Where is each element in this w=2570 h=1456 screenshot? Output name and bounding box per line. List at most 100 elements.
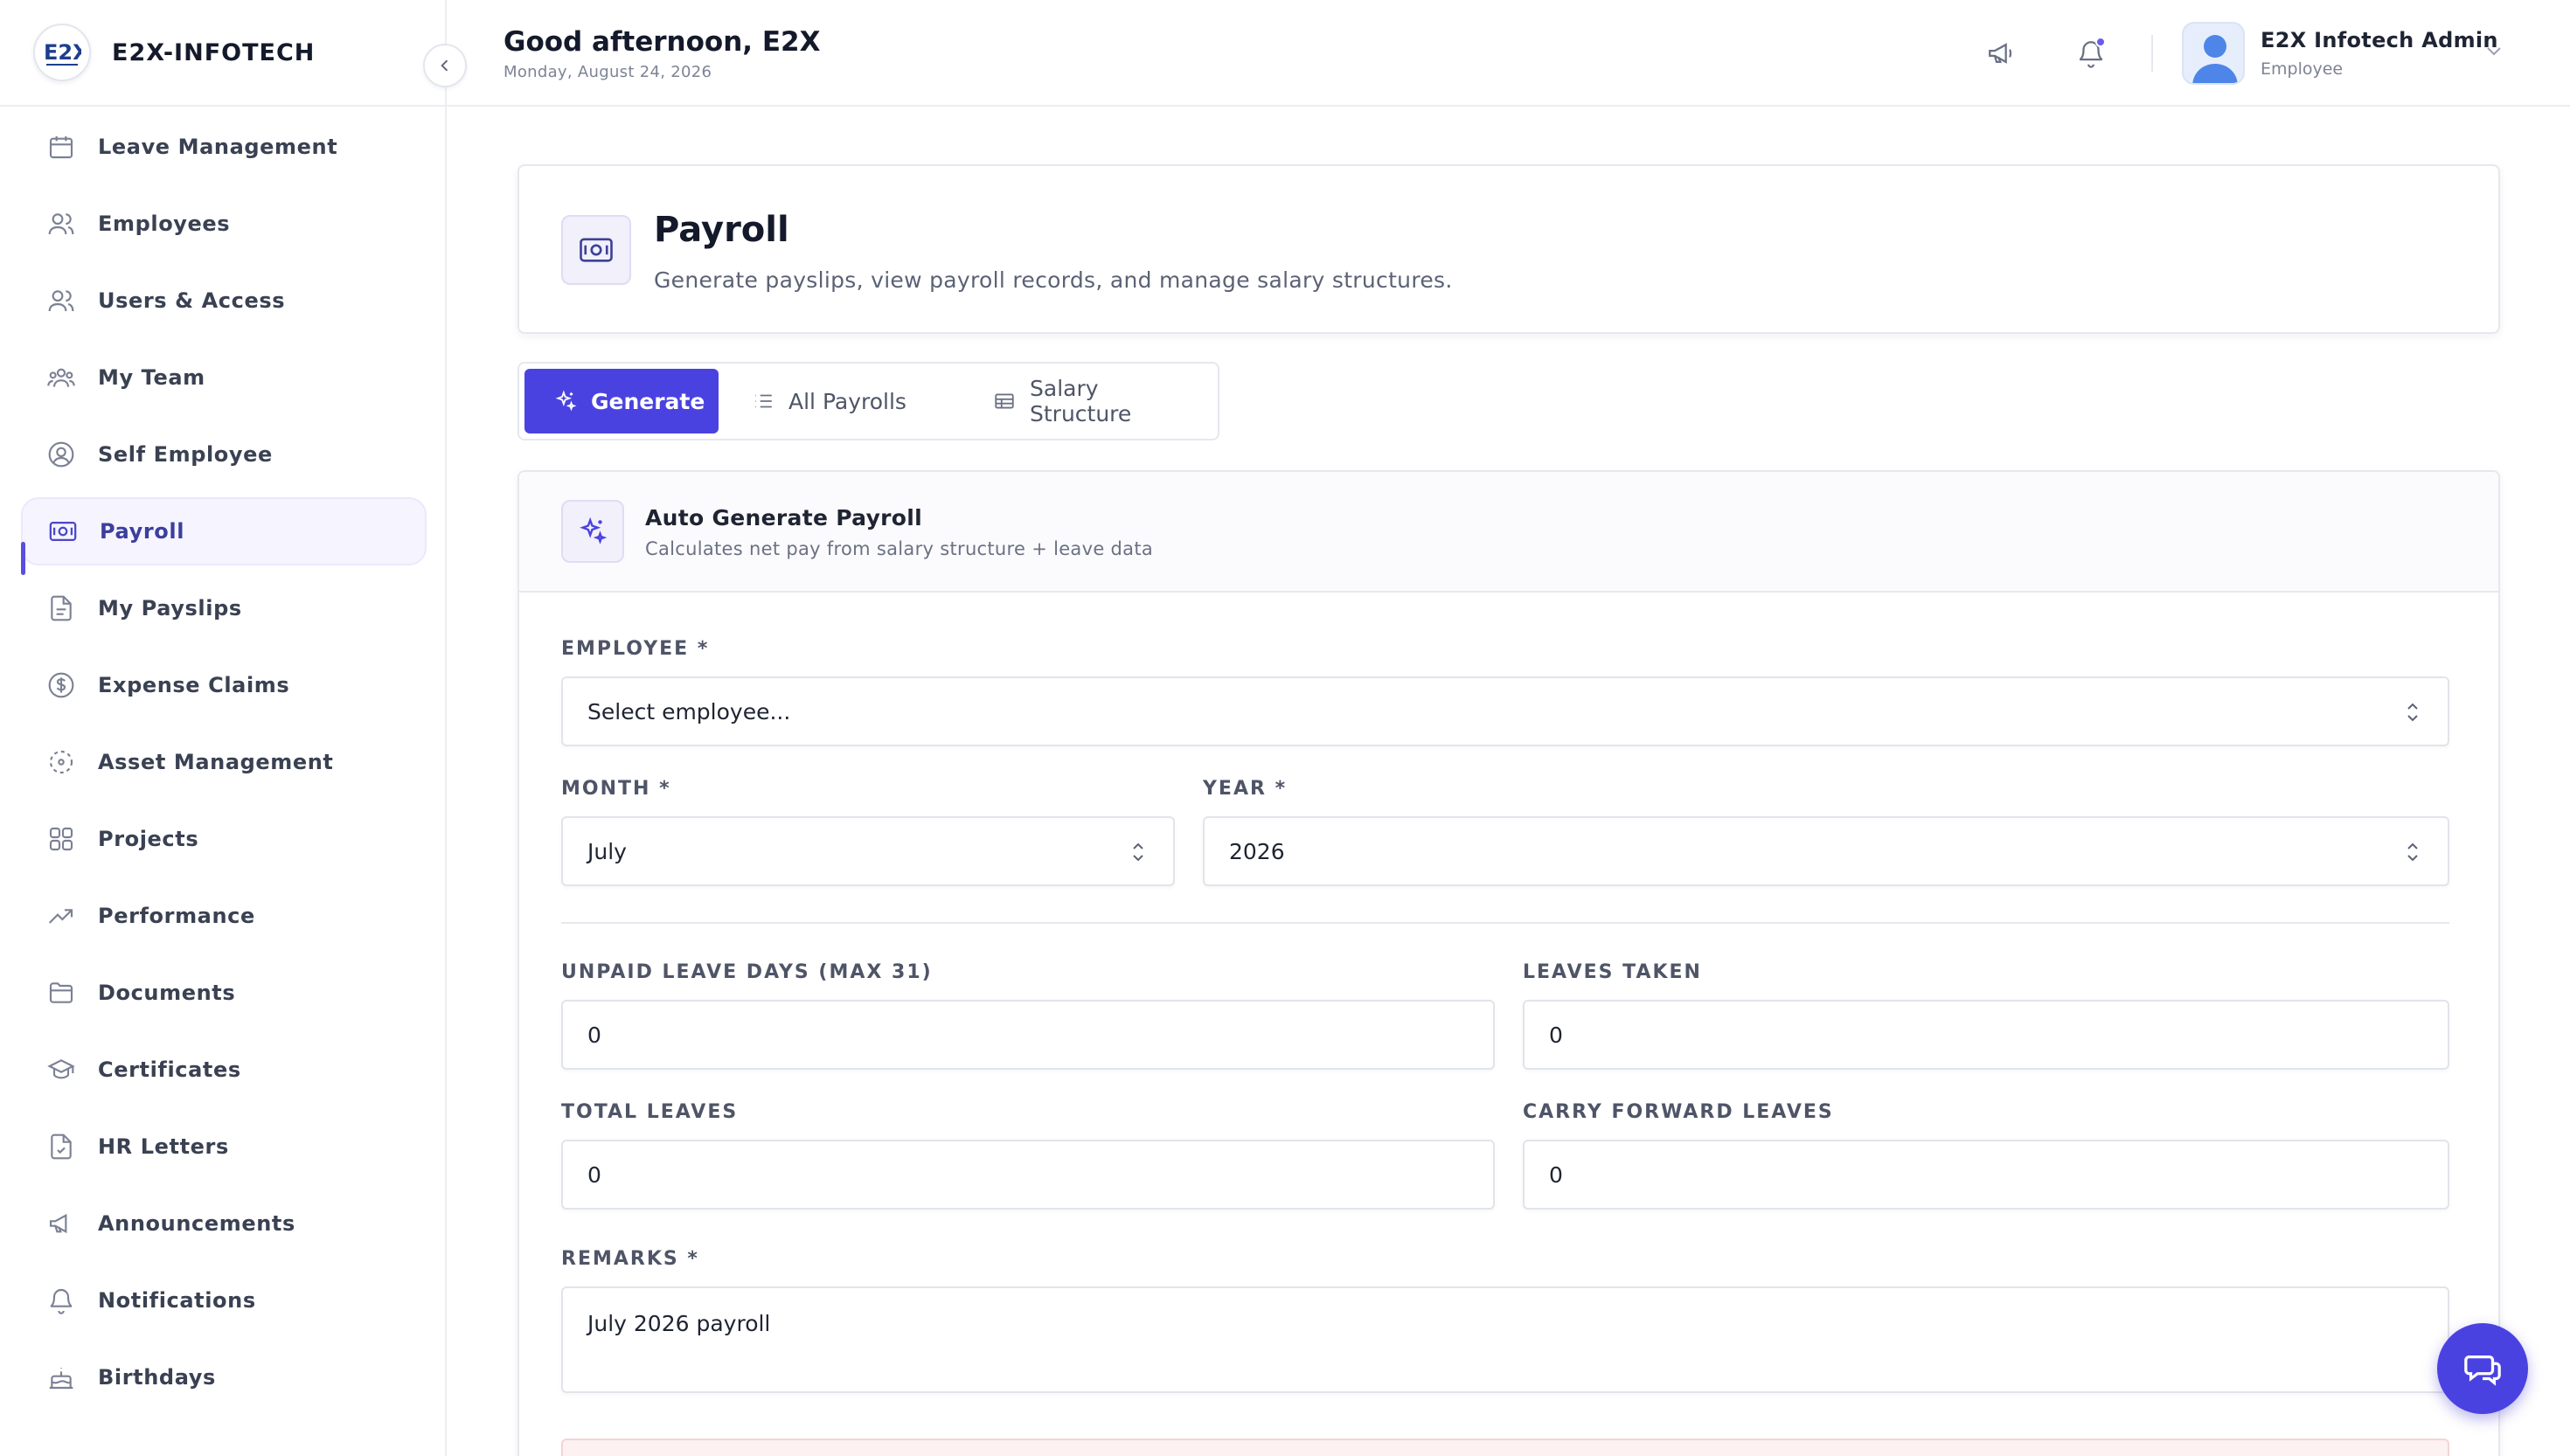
- sidebar-item-label: HR Letters: [98, 1134, 229, 1159]
- sidebar-item-documents[interactable]: Documents: [21, 959, 427, 1027]
- megaphone-icon: [1986, 38, 2016, 68]
- sidebar-item-label: Asset Management: [98, 750, 334, 774]
- tab-all-payrolls[interactable]: All Payrolls: [722, 369, 936, 433]
- sidebar-item-my-payslips[interactable]: My Payslips: [21, 574, 427, 642]
- sidebar-item-label: Performance: [98, 904, 255, 928]
- notification-dot: [2095, 37, 2106, 47]
- users-access-icon: [45, 285, 77, 316]
- month-select-value: July: [587, 838, 627, 864]
- tab-label: Salary Structure: [1030, 376, 1132, 426]
- sidebar-item-hr-letters[interactable]: HR Letters: [21, 1113, 427, 1181]
- chat-icon: [2462, 1349, 2503, 1389]
- file-icon: [45, 593, 77, 624]
- sidebar-item-certificates[interactable]: Certificates: [21, 1036, 427, 1104]
- year-label: YEAR *: [1203, 778, 1288, 800]
- sidebar-item-my-team[interactable]: My Team: [21, 343, 427, 412]
- sidebar-item-label: Documents: [98, 981, 236, 1005]
- brand-logo: E2X: [33, 24, 91, 81]
- remarks-value: July 2026 payroll: [587, 1311, 771, 1336]
- asset-icon: [45, 746, 77, 778]
- payroll-tabs: Generate All Payrolls Salary Structure: [517, 362, 1219, 440]
- employee-select-value: Select employee...: [587, 698, 791, 725]
- carry-forward-value: 0: [1549, 1161, 1563, 1188]
- month-select[interactable]: July: [561, 816, 1175, 886]
- year-select[interactable]: 2026: [1203, 816, 2449, 886]
- carry-forward-input[interactable]: 0: [1523, 1140, 2449, 1210]
- folder-icon: [45, 977, 77, 1009]
- sidebar-collapse-button[interactable]: [423, 44, 467, 87]
- remarks-textarea[interactable]: July 2026 payroll: [561, 1286, 2449, 1393]
- grid-icon: [45, 823, 77, 855]
- form-title: Auto Generate Payroll: [645, 505, 923, 530]
- announcements-button[interactable]: [1979, 31, 2023, 75]
- brand-name: E2X-INFOTECH: [112, 38, 316, 66]
- sidebar-item-notifications[interactable]: Notifications: [21, 1266, 427, 1335]
- logo-text: E2X: [44, 40, 81, 65]
- tab-label: All Payrolls: [788, 388, 906, 414]
- payroll-icon: [561, 215, 631, 285]
- form-header: Auto Generate Payroll Calculates net pay…: [519, 472, 2498, 593]
- total-leaves-input[interactable]: 0: [561, 1140, 1495, 1210]
- employee-select[interactable]: Select employee...: [561, 676, 2449, 746]
- sidebar-item-label: Self Employee: [98, 442, 273, 467]
- alert-box: [561, 1439, 2449, 1456]
- user-name: E2X Infotech Admin: [2261, 28, 2498, 52]
- sidebar-item-label: My Team: [98, 365, 205, 390]
- sidebar-item-label: Expense Claims: [98, 673, 290, 697]
- table-icon: [993, 390, 1016, 413]
- chevron-down-icon[interactable]: [2483, 40, 2504, 61]
- sidebar-item-birthdays[interactable]: Birthdays: [21, 1343, 427, 1411]
- cake-icon: [45, 1362, 77, 1393]
- total-leaves-label: TOTAL LEAVES: [561, 1101, 739, 1123]
- sidebar-item-label: Users & Access: [98, 288, 286, 313]
- sidebar-item-label: Notifications: [98, 1288, 256, 1313]
- sidebar-item-expense-claims[interactable]: Expense Claims: [21, 651, 427, 719]
- sidebar-item-projects[interactable]: Projects: [21, 805, 427, 873]
- trending-up-icon: [45, 900, 77, 932]
- sidebar-item-label: Projects: [98, 827, 199, 851]
- tab-salary-structure[interactable]: Salary Structure: [963, 369, 1218, 433]
- megaphone-icon: [45, 1208, 77, 1239]
- sidebar-item-payroll[interactable]: Payroll: [21, 497, 427, 565]
- header-divider: [2151, 35, 2153, 72]
- unpaid-leave-label: UNPAID LEAVE DAYS (MAX 31): [561, 961, 933, 983]
- form-subtitle: Calculates net pay from salary structure…: [645, 538, 1154, 559]
- sidebar-item-self-employee[interactable]: Self Employee: [21, 420, 427, 489]
- page-title: Payroll: [654, 210, 789, 250]
- unpaid-leave-input[interactable]: 0: [561, 1000, 1495, 1070]
- remarks-label: REMARKS *: [561, 1248, 699, 1270]
- calendar-icon: [45, 131, 77, 163]
- chat-button[interactable]: [2437, 1323, 2528, 1414]
- leaves-taken-label: LEAVES TAKEN: [1523, 961, 1702, 983]
- sidebar-item-label: My Payslips: [98, 596, 242, 621]
- current-date: Monday, August 24, 2026: [504, 63, 712, 81]
- sidebar-item-employees[interactable]: Employees: [21, 190, 427, 258]
- auto-generate-form: Auto Generate Payroll Calculates net pay…: [517, 470, 2500, 1456]
- page-subtitle: Generate payslips, view payroll records,…: [654, 267, 1453, 293]
- user-menu[interactable]: E2X Infotech Admin Employee: [2182, 21, 2498, 86]
- notifications-button[interactable]: [2069, 31, 2113, 75]
- leaves-taken-value: 0: [1549, 1022, 1563, 1048]
- sidebar-item-announcements[interactable]: Announcements: [21, 1189, 427, 1258]
- sidebar-item-label: Leave Management: [98, 135, 338, 159]
- select-chevrons-icon: [1128, 841, 1149, 863]
- brand[interactable]: E2X E2X-INFOTECH: [0, 0, 445, 107]
- active-indicator: [21, 542, 25, 575]
- payroll-icon: [47, 516, 79, 547]
- sidebar-item-label: Certificates: [98, 1057, 241, 1082]
- leaves-taken-input[interactable]: 0: [1523, 1000, 2449, 1070]
- sparkles-icon: [561, 500, 624, 563]
- year-select-value: 2026: [1229, 838, 1285, 864]
- form-divider: [561, 922, 2449, 924]
- sidebar-item-leave-management[interactable]: Leave Management: [21, 113, 427, 181]
- user-role: Employee: [2261, 59, 2344, 79]
- file-check-icon: [45, 1131, 77, 1162]
- sidebar-item-performance[interactable]: Performance: [21, 882, 427, 950]
- sidebar-item-users-access[interactable]: Users & Access: [21, 267, 427, 335]
- team-icon: [45, 362, 77, 393]
- carry-forward-label: CARRY FORWARD LEAVES: [1523, 1101, 1834, 1123]
- chevron-left-icon: [436, 57, 454, 74]
- tab-generate[interactable]: Generate: [524, 369, 719, 433]
- employee-label: EMPLOYEE *: [561, 638, 710, 660]
- sidebar-item-asset-management[interactable]: Asset Management: [21, 728, 427, 796]
